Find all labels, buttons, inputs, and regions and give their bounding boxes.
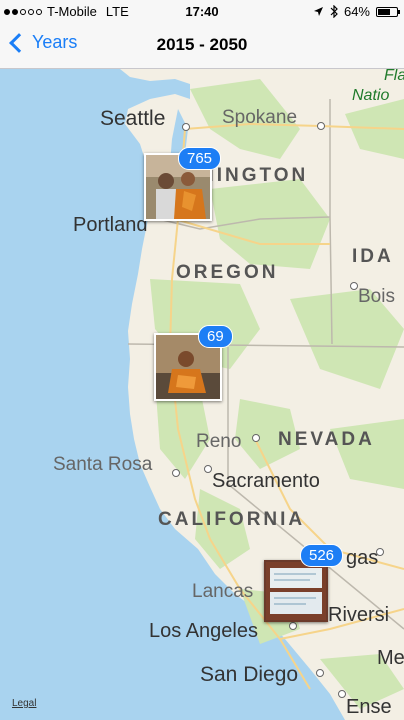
city-marker-san-diego xyxy=(316,669,324,677)
map-view[interactable]: Fla Natio Seattle Spokane Portland Bois … xyxy=(0,69,404,720)
national-forest-label-line1: Fla xyxy=(384,69,404,84)
city-marker-sacramento xyxy=(204,465,212,473)
national-forest-label-line2: Natio xyxy=(352,87,390,104)
city-marker-santa-rosa xyxy=(172,469,180,477)
photo-count-badge: 526 xyxy=(300,544,344,567)
city-label-sacramento: Sacramento xyxy=(212,470,320,492)
city-label-reno: Reno xyxy=(196,431,242,452)
state-label-nevada: NEVADA xyxy=(278,429,375,450)
city-label-portland: Portland xyxy=(73,214,148,236)
city-marker-ensenada xyxy=(338,690,346,698)
city-label-spokane: Spokane xyxy=(222,107,298,128)
navigation-bar: Years 2015 - 2050 xyxy=(0,22,404,69)
photo-count-badge: 765 xyxy=(178,147,222,170)
city-label-seattle: Seattle xyxy=(100,107,166,130)
state-label-california: CALIFORNIA xyxy=(158,509,306,530)
city-label-santa-rosa: Santa Rosa xyxy=(53,454,153,475)
photo-thumbnail xyxy=(264,560,328,622)
city-marker-las-vegas xyxy=(376,548,384,556)
city-label-ensenada: Ense xyxy=(346,696,392,718)
city-label-lancaster: Lancas xyxy=(192,581,254,602)
city-marker-seattle xyxy=(182,123,190,131)
status-bar: T-Mobile LTE 17:40 64% xyxy=(0,0,404,22)
city-marker-boise xyxy=(350,282,358,290)
city-marker-spokane xyxy=(317,122,325,130)
photo-cluster-oregon[interactable]: 69 xyxy=(152,325,242,405)
location-arrow-icon xyxy=(313,7,323,16)
legal-link[interactable]: Legal xyxy=(12,698,36,709)
city-label-mexicali: Me xyxy=(377,647,404,669)
state-label-oregon: OREGON xyxy=(176,262,279,283)
photo-cluster-portland[interactable]: 765 xyxy=(140,147,230,227)
status-right: 64% xyxy=(313,4,400,19)
bluetooth-icon xyxy=(330,5,338,18)
page-title: 2015 - 2050 xyxy=(156,35,248,54)
battery-percent: 64% xyxy=(343,4,370,19)
state-label-idaho: IDA xyxy=(352,246,394,267)
battery-icon xyxy=(376,6,400,17)
photo-count-badge: 69 xyxy=(198,325,233,348)
photo-cluster-las-vegas[interactable]: 526 xyxy=(262,544,352,626)
city-marker-reno xyxy=(252,434,260,442)
city-label-san-diego: San Diego xyxy=(200,663,299,686)
city-label-boise: Bois xyxy=(358,286,395,307)
city-label-los-angeles: Los Angeles xyxy=(149,620,258,642)
